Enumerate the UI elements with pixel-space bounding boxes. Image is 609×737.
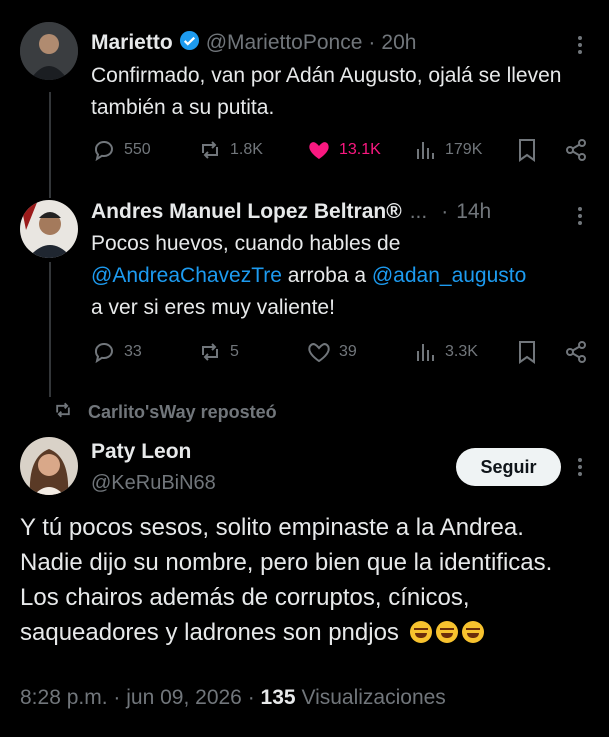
mention-link[interactable]: @AndreaChavezTre	[91, 264, 282, 287]
tweet-text: Confirmado, van por Adán Augusto, ojalá …	[91, 64, 562, 119]
tweet-text: Y tú pocos sesos, solito empinaste a la …	[20, 510, 590, 650]
like-button[interactable]: 13.1K	[306, 138, 381, 162]
separator-dot: ·	[247, 686, 255, 709]
repost-context-label: Carlito'sWay reposteó	[88, 402, 277, 422]
avatar[interactable]	[20, 22, 78, 80]
reply-button[interactable]: 33	[91, 340, 142, 364]
author-name[interactable]: Andres Manuel Lopez Beltran®	[91, 200, 402, 224]
more-options-icon[interactable]	[578, 207, 582, 228]
bookmark-icon[interactable]	[516, 340, 538, 369]
laughing-emoji-icon	[461, 621, 484, 643]
like-count: 39	[339, 343, 357, 360]
repost-button[interactable]: 5	[197, 340, 239, 364]
text-segment: arroba a	[281, 264, 372, 287]
name-truncation: ...	[409, 200, 428, 223]
tweet-text: Pocos huevos, cuando hables de @AndreaCh…	[91, 228, 601, 324]
reply-count: 33	[124, 343, 142, 360]
follow-button[interactable]: Seguir	[456, 448, 561, 486]
avatar[interactable]	[20, 200, 78, 258]
views-button[interactable]: 179K	[414, 138, 482, 162]
verified-badge-icon	[179, 30, 200, 56]
views-count: 179K	[445, 141, 483, 158]
timestamp[interactable]: 20h	[381, 31, 416, 55]
post-time[interactable]: 8:28 p.m.	[20, 686, 108, 709]
repost-count: 1.8K	[230, 141, 263, 158]
post-date[interactable]: jun 09, 2026	[126, 686, 242, 709]
views-icon	[414, 138, 438, 162]
heart-outline-icon	[306, 340, 332, 364]
thread-connector	[49, 92, 51, 198]
share-icon[interactable]	[564, 340, 588, 369]
author-name[interactable]: Paty Leon	[91, 440, 191, 464]
reply-icon	[91, 340, 117, 364]
separator-dot: ·	[368, 31, 376, 54]
views-button[interactable]: 3.3K	[414, 340, 478, 364]
author-name[interactable]: Marietto	[91, 31, 173, 55]
repost-count: 5	[230, 343, 239, 360]
reply-count: 550	[124, 141, 151, 158]
laughing-emoji-icon	[435, 621, 458, 643]
views-icon	[414, 340, 438, 364]
tweet-metadata: 8:28 p.m. · jun 09, 2026 · 135 Visualiza…	[20, 686, 446, 710]
laughing-emoji-icon	[409, 621, 432, 643]
timestamp[interactable]: 14h	[456, 200, 491, 224]
like-count: 13.1K	[339, 141, 381, 158]
separator-dot: ·	[441, 200, 449, 223]
views-count: 3.3K	[445, 343, 478, 360]
repost-context[interactable]: Carlito'sWay reposteó	[52, 400, 277, 425]
share-icon[interactable]	[564, 138, 588, 167]
more-options-icon[interactable]	[578, 36, 582, 57]
views-count: 135	[260, 686, 296, 709]
author-handle[interactable]: @MariettoPonce	[206, 31, 363, 55]
thread-connector	[49, 262, 51, 397]
separator-dot: ·	[113, 686, 121, 709]
avatar[interactable]	[20, 437, 78, 495]
like-button[interactable]: 39	[306, 340, 357, 364]
text-segment: a ver si eres muy valiente!	[91, 296, 335, 319]
author-handle[interactable]: @KeRuBiN68	[91, 472, 216, 495]
reply-button[interactable]: 550	[91, 138, 151, 162]
reply-icon	[91, 138, 117, 162]
repost-icon	[52, 400, 74, 425]
repost-button[interactable]: 1.8K	[197, 138, 263, 162]
repost-icon	[197, 340, 223, 364]
views-label: Visualizaciones	[301, 686, 446, 709]
heart-filled-icon	[306, 138, 332, 162]
mention-link[interactable]: @adan_augusto	[372, 264, 526, 287]
repost-icon	[197, 138, 223, 162]
more-options-icon[interactable]	[578, 458, 582, 479]
text-segment: Pocos huevos, cuando hables de	[91, 232, 401, 255]
bookmark-icon[interactable]	[516, 138, 538, 167]
